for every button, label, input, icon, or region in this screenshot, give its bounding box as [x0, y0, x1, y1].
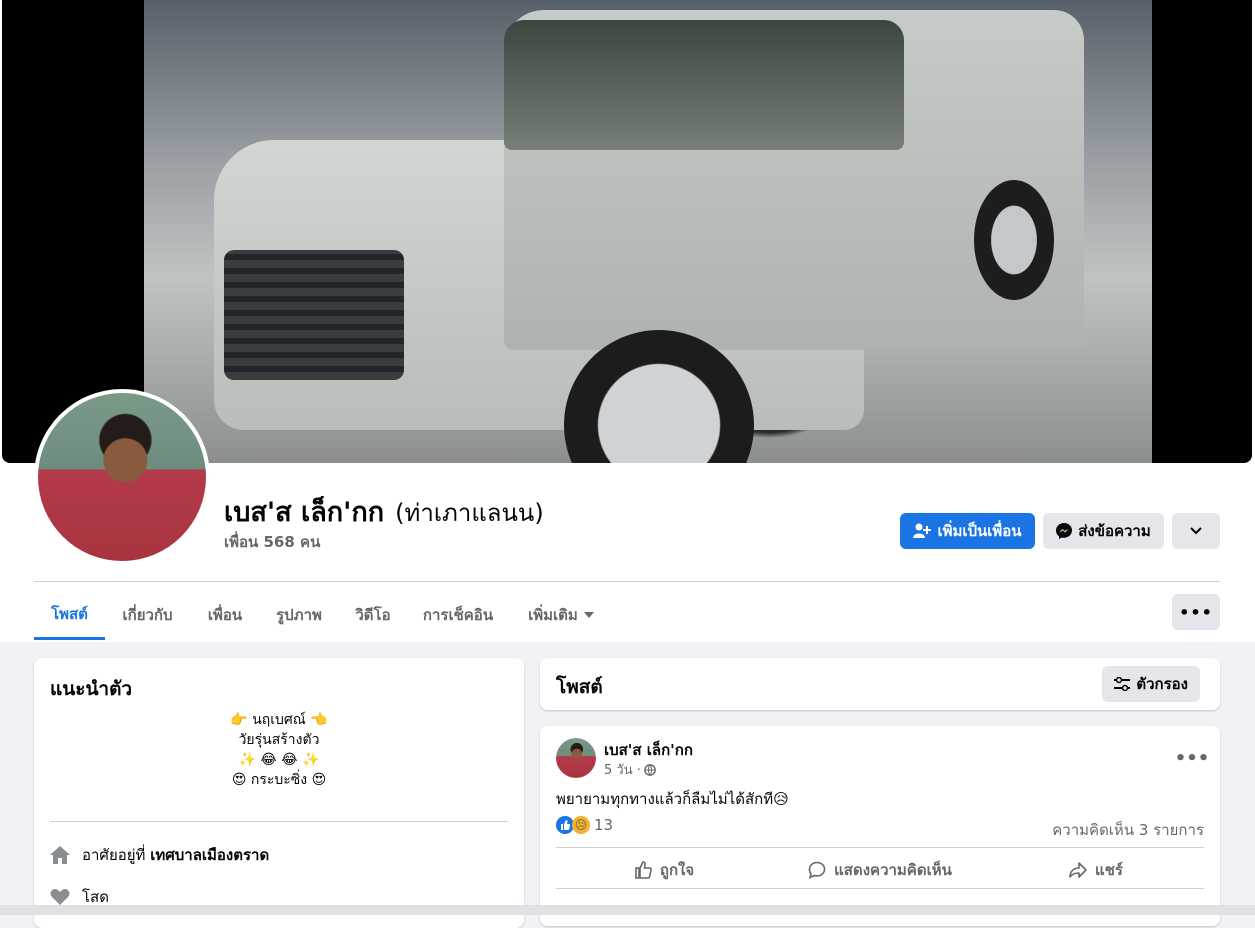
- profile-name: เบส'ส เล็ก'กก (ท่าเภาแลนน): [224, 490, 544, 533]
- ellipsis-icon: •••: [1179, 602, 1213, 622]
- posts-title: โพสต์: [556, 676, 603, 698]
- bio-line: 😍 กระบะซิ่ง 😍: [231, 772, 327, 788]
- lives-in-row: อาศัยอยู่ที่ เทศบาลเมืองตราด: [50, 843, 269, 867]
- share-label: แชร์: [1095, 861, 1123, 879]
- post-options-button[interactable]: •••: [1174, 740, 1210, 776]
- home-icon: [50, 846, 70, 864]
- tab-videos-label: วิดีโอ: [355, 606, 391, 624]
- share-button[interactable]: แชร์: [988, 850, 1204, 890]
- header-divider: [34, 581, 1220, 582]
- tabs-more-options-button[interactable]: •••: [1172, 594, 1220, 630]
- tab-more-label: เพิ่มเติม: [528, 606, 578, 624]
- tab-posts[interactable]: โพสต์: [34, 590, 105, 640]
- heart-icon: [50, 889, 70, 905]
- profile-alt-name: (ท่าเภาแลนน): [395, 499, 544, 527]
- more-profile-actions-button[interactable]: [1172, 513, 1220, 549]
- post-actions-divider-top: [556, 847, 1204, 848]
- reactions-summary[interactable]: 😥 13: [556, 816, 613, 834]
- share-icon: [1069, 862, 1087, 878]
- sad-reaction-icon: 😥: [572, 816, 590, 834]
- reaction-count: 13: [594, 816, 614, 834]
- intro-bio: 👉 นฤเบศณ์ 👈 วัยรุ่นสร้างตัว ✨ 😂 😂 ✨ 😍 กร…: [34, 710, 524, 790]
- filter-label: ตัวกรอง: [1136, 675, 1188, 693]
- tab-checkins[interactable]: การเช็คอิน: [410, 590, 506, 640]
- cover-photo[interactable]: [144, 0, 1152, 463]
- intro-divider: [50, 821, 508, 822]
- bio-line: 👉 นฤเบศณ์ 👈: [230, 712, 328, 728]
- tab-checkins-label: การเช็คอิน: [422, 606, 494, 624]
- add-friend-label: เพิ่มเป็นเพื่อน: [937, 522, 1022, 540]
- lives-in-prefix: อาศัยอยู่ที่: [82, 846, 146, 864]
- comments-count[interactable]: ความคิดเห็น 3 รายการ: [1052, 818, 1204, 842]
- chevron-down-icon: [1190, 527, 1202, 535]
- add-friend-icon: [913, 523, 932, 538]
- tab-videos[interactable]: วิดีโอ: [342, 590, 404, 640]
- intro-card: แนะนำตัว 👉 นฤเบศณ์ 👈 วัยรุ่นสร้างตัว ✨ 😂…: [34, 658, 524, 928]
- post-meta: 5 วัน ·: [604, 759, 656, 780]
- bio-line: วัยรุ่นสร้างตัว: [238, 732, 320, 748]
- tab-friends-label: เพื่อน: [207, 606, 243, 624]
- globe-icon: [643, 763, 656, 776]
- profile-header: เบส'ส เล็ก'กก (ท่าเภาแลนน) เพื่อน 568 คน…: [0, 0, 1255, 642]
- like-label: ถูกใจ: [659, 861, 695, 879]
- friends-count[interactable]: เพื่อน 568 คน: [224, 530, 320, 554]
- tab-about-label: เกี่ยวกับ: [122, 606, 173, 624]
- filter-icon: [1114, 677, 1131, 691]
- avatar: [556, 738, 596, 778]
- lives-in-place[interactable]: เทศบาลเมืองตราด: [150, 846, 269, 864]
- comment-label: แสดงความคิดเห็น: [834, 861, 952, 879]
- bio-line: ✨ 😂 😂 ✨: [238, 752, 320, 768]
- tab-posts-label: โพสต์: [51, 604, 88, 623]
- tab-about[interactable]: เกี่ยวกับ: [109, 590, 186, 640]
- post-card: เบส'ส เล็ก'กก 5 วัน · ••• พยายามทุกทางแล…: [540, 726, 1220, 926]
- comment-icon: [808, 861, 826, 879]
- message-button[interactable]: ส่งข้อความ: [1043, 513, 1164, 549]
- profile-picture[interactable]: [34, 389, 210, 565]
- posts-header-card: โพสต์ ตัวกรอง: [540, 658, 1220, 710]
- post-text: พยายามทุกทางแล้วก็ลืมไม่ได้สักที😥: [556, 790, 789, 808]
- add-friend-button[interactable]: เพิ่มเป็นเพื่อน: [900, 513, 1035, 549]
- avatar: [38, 393, 206, 561]
- like-button[interactable]: ถูกใจ: [556, 850, 772, 890]
- post-author-avatar[interactable]: [556, 738, 596, 778]
- cover-photo-frame[interactable]: [2, 0, 1252, 463]
- profile-name-main: เบส'ส เล็ก'กก: [224, 497, 385, 528]
- tab-more[interactable]: เพิ่มเติม: [514, 590, 608, 640]
- thumbs-up-icon: [635, 861, 652, 879]
- comment-button[interactable]: แสดงความคิดเห็น: [772, 850, 988, 890]
- intro-title: แนะนำตัว: [50, 678, 133, 700]
- caret-down-icon: [583, 612, 594, 618]
- bottom-edge-bar: [0, 905, 1255, 915]
- message-label: ส่งข้อความ: [1078, 522, 1151, 540]
- post-actions-divider-bottom: [556, 888, 1204, 889]
- post-time[interactable]: 5 วัน ·: [604, 759, 641, 780]
- tab-photos[interactable]: รูปภาพ: [262, 590, 336, 640]
- messenger-icon: [1056, 523, 1073, 539]
- filter-button[interactable]: ตัวกรอง: [1102, 666, 1200, 702]
- tab-photos-label: รูปภาพ: [276, 606, 322, 624]
- ellipsis-icon: •••: [1174, 747, 1210, 769]
- tab-friends[interactable]: เพื่อน: [192, 590, 258, 640]
